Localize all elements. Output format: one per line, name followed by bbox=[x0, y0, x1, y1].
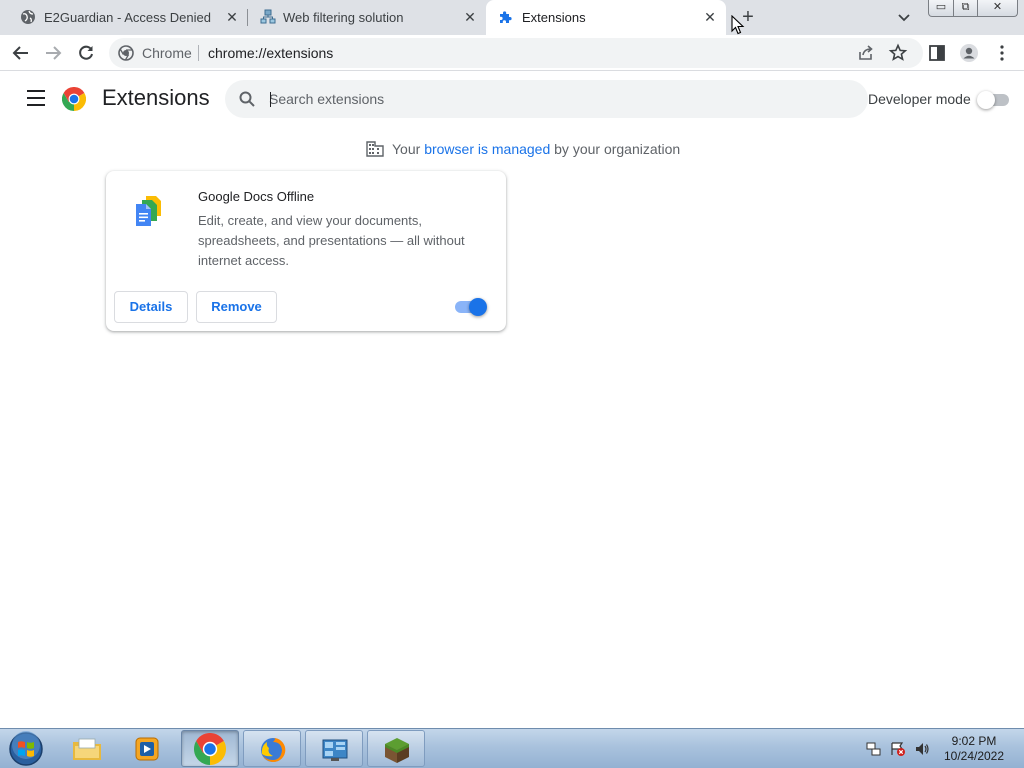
taskbar-app-media-player[interactable] bbox=[118, 730, 176, 767]
extension-card: Google Docs Offline Edit, create, and vi… bbox=[106, 171, 506, 331]
extension-name: Google Docs Offline bbox=[198, 189, 315, 204]
page-title: Extensions bbox=[102, 85, 210, 110]
clock-time: 9:02 PM bbox=[951, 734, 997, 748]
share-icon[interactable] bbox=[856, 43, 876, 63]
extensions-header: Extensions Developer mode bbox=[0, 71, 1024, 127]
managed-text-prefix: Your bbox=[392, 141, 425, 157]
taskbar-app-minecraft[interactable] bbox=[367, 730, 425, 767]
tab-e2guardian[interactable]: E2Guardian - Access Denied ✕ bbox=[8, 0, 248, 35]
remove-button[interactable]: Remove bbox=[196, 291, 277, 323]
volume-icon[interactable] bbox=[914, 741, 930, 757]
back-arrow-icon[interactable] bbox=[11, 43, 31, 63]
globe-icon bbox=[21, 10, 35, 24]
tab-extensions[interactable]: Extensions ✕ bbox=[486, 0, 726, 35]
clock-date: 10/24/2022 bbox=[943, 749, 1005, 763]
close-icon[interactable]: ✕ bbox=[977, 0, 1018, 17]
action-center-warning-icon[interactable] bbox=[890, 741, 906, 757]
menu-icon[interactable] bbox=[27, 90, 45, 106]
site-label: Chrome bbox=[142, 45, 192, 61]
control-panel-icon bbox=[322, 739, 348, 761]
restore-icon[interactable]: ⧉ bbox=[953, 0, 978, 17]
more-menu-icon[interactable] bbox=[992, 43, 1012, 63]
firefox-icon bbox=[261, 737, 286, 762]
extension-description: Edit, create, and view your documents, s… bbox=[198, 213, 465, 268]
divider bbox=[198, 45, 199, 61]
chrome-icon bbox=[194, 733, 226, 765]
windows-taskbar: 9:02 PM 10/24/2022 bbox=[0, 728, 1024, 768]
google-docs-offline-icon bbox=[136, 196, 161, 226]
taskbar-app-chrome[interactable] bbox=[181, 730, 239, 767]
close-icon[interactable]: ✕ bbox=[702, 9, 718, 25]
url-text[interactable]: chrome://extensions bbox=[208, 45, 333, 61]
details-button[interactable]: Details bbox=[114, 291, 188, 323]
profile-avatar-icon[interactable] bbox=[959, 43, 979, 63]
window-controls: ▭ ⧉ ✕ bbox=[928, 0, 1018, 18]
chrome-logo-icon bbox=[62, 87, 86, 111]
minecraft-icon bbox=[385, 738, 409, 763]
tab-title: Extensions bbox=[522, 10, 586, 25]
tab-web-filtering[interactable]: Web filtering solution ✕ bbox=[248, 0, 486, 35]
network-tray-icon[interactable] bbox=[866, 741, 882, 757]
tab-strip: E2Guardian - Access Denied ✕ Web filteri… bbox=[0, 0, 1024, 35]
developer-mode-toggle[interactable] bbox=[977, 91, 1009, 109]
puzzle-icon bbox=[500, 11, 512, 23]
close-icon[interactable]: ✕ bbox=[224, 9, 240, 25]
search-icon bbox=[239, 91, 255, 107]
star-icon[interactable] bbox=[888, 43, 908, 63]
tab-title: Web filtering solution bbox=[283, 10, 404, 25]
file-explorer-icon bbox=[73, 738, 101, 760]
network-icon bbox=[260, 9, 276, 24]
developer-mode-label: Developer mode bbox=[868, 91, 971, 107]
side-panel-icon[interactable] bbox=[927, 43, 947, 63]
chevron-down-icon[interactable] bbox=[896, 9, 912, 25]
managed-text-suffix: by your organization bbox=[550, 141, 681, 157]
toggle-knob bbox=[469, 298, 487, 316]
taskbar-app-control-panel[interactable] bbox=[305, 730, 363, 767]
search-input[interactable] bbox=[269, 88, 829, 110]
reload-icon[interactable] bbox=[76, 43, 96, 63]
minimize-icon[interactable]: ▭ bbox=[928, 0, 954, 17]
address-bar[interactable]: Chrome chrome://extensions bbox=[109, 38, 923, 68]
building-icon bbox=[366, 141, 384, 157]
chrome-site-icon[interactable] bbox=[118, 45, 134, 61]
text-caret bbox=[270, 92, 271, 107]
search-bar[interactable] bbox=[225, 80, 868, 118]
managed-link[interactable]: browser is managed bbox=[424, 141, 550, 157]
mouse-cursor-icon bbox=[731, 15, 745, 35]
tab-title: E2Guardian - Access Denied bbox=[44, 10, 211, 25]
extension-enable-toggle[interactable] bbox=[455, 298, 487, 316]
managed-notice: Your browser is managed by your organiza… bbox=[366, 140, 680, 158]
toggle-knob bbox=[977, 91, 995, 109]
forward-arrow-icon[interactable] bbox=[43, 43, 63, 63]
taskbar-app-firefox[interactable] bbox=[243, 730, 301, 767]
system-clock[interactable]: 9:02 PM 10/24/2022 bbox=[936, 734, 1012, 764]
windows-start-icon[interactable] bbox=[7, 731, 45, 767]
media-player-icon bbox=[135, 737, 159, 761]
close-icon[interactable]: ✕ bbox=[462, 9, 478, 25]
browser-toolbar: Chrome chrome://extensions bbox=[0, 35, 1024, 71]
taskbar-app-file-explorer[interactable] bbox=[58, 730, 116, 767]
